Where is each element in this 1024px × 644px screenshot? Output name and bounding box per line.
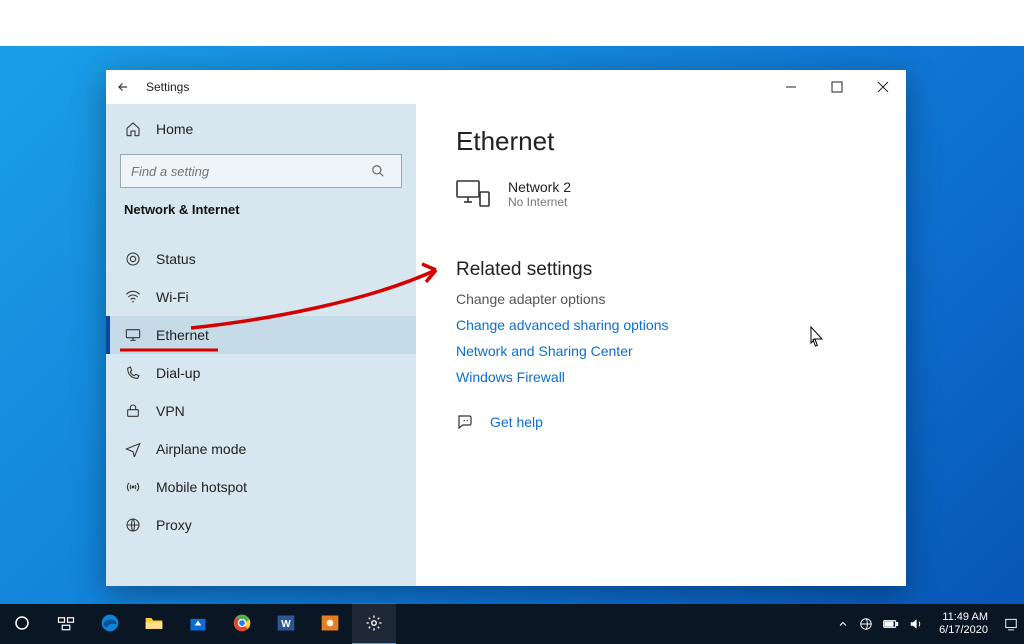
vpn-icon [124, 402, 142, 420]
network-name: Network 2 [508, 179, 571, 195]
sidebar-item-airplane[interactable]: Airplane mode [106, 430, 416, 468]
sidebar-home[interactable]: Home [106, 110, 416, 148]
maximize-button[interactable] [814, 70, 860, 104]
tray-network-icon[interactable] [859, 617, 873, 631]
taskbar-app-edge[interactable] [88, 603, 132, 643]
sidebar-item-vpn[interactable]: VPN [106, 392, 416, 430]
taskbar-app-unknown[interactable] [308, 603, 352, 643]
store-icon [188, 613, 208, 633]
tray-notifications-icon[interactable] [1004, 617, 1018, 631]
link-advanced-sharing[interactable]: Change advanced sharing options [456, 317, 906, 333]
ethernet-icon [124, 326, 142, 344]
help-icon [456, 413, 474, 431]
sidebar-item-label: Ethernet [156, 327, 209, 343]
sidebar-item-proxy[interactable]: Proxy [106, 506, 416, 544]
word-icon: W [276, 613, 296, 633]
page-title: Ethernet [456, 126, 906, 157]
clock-time: 11:49 AM [939, 611, 988, 624]
sidebar-item-label: VPN [156, 403, 185, 419]
sidebar-item-status[interactable]: Status [106, 240, 416, 278]
sidebar-item-label: Proxy [156, 517, 192, 533]
network-status: No Internet [508, 195, 571, 209]
search-box[interactable] [120, 154, 402, 188]
orange-app-icon [320, 613, 340, 633]
sidebar-item-label: Wi-Fi [156, 289, 189, 305]
sidebar-item-label: Status [156, 251, 196, 267]
proxy-icon [124, 516, 142, 534]
close-icon [877, 81, 889, 93]
taskbar-app-word[interactable]: W [264, 603, 308, 643]
folder-icon [144, 613, 164, 633]
sidebar-item-label: Mobile hotspot [156, 479, 247, 495]
taskbar: W 11:49 AM 6/17/2 [0, 604, 1024, 644]
sidebar-item-hotspot[interactable]: Mobile hotspot [106, 468, 416, 506]
system-tray[interactable]: 11:49 AM 6/17/2020 [837, 611, 1024, 637]
related-settings-heading: Related settings [456, 259, 906, 281]
edge-icon [100, 613, 120, 633]
frame-topstrip [0, 0, 1024, 46]
svg-text:W: W [281, 619, 291, 630]
back-button[interactable] [106, 70, 140, 104]
home-icon [124, 120, 142, 138]
desktop: Settings Home [0, 0, 1024, 644]
wifi-icon [124, 288, 142, 306]
airplane-icon [124, 440, 142, 458]
minimize-icon [785, 81, 797, 93]
titlebar: Settings [106, 70, 906, 104]
chrome-icon [232, 613, 252, 633]
sidebar: Home Network & Internet Status [106, 104, 416, 586]
task-view-icon [57, 614, 75, 632]
task-view-button[interactable] [44, 603, 88, 643]
tray-volume-icon[interactable] [909, 617, 923, 631]
dialup-icon [124, 364, 142, 382]
close-button[interactable] [860, 70, 906, 104]
link-network-center[interactable]: Network and Sharing Center [456, 343, 906, 359]
network-row[interactable]: Network 2 No Internet [456, 179, 906, 209]
minimize-button[interactable] [768, 70, 814, 104]
sidebar-category: Network & Internet [106, 196, 416, 227]
taskbar-app-settings[interactable] [352, 603, 396, 644]
status-icon [124, 250, 142, 268]
sidebar-item-ethernet[interactable]: Ethernet [106, 316, 416, 354]
start-button[interactable] [0, 603, 44, 643]
link-change-adapter[interactable]: Change adapter options [456, 291, 906, 307]
hotspot-icon [124, 478, 142, 496]
sidebar-item-wifi[interactable]: Wi-Fi [106, 278, 416, 316]
search-ring-icon [13, 614, 31, 632]
taskbar-app-explorer[interactable] [132, 603, 176, 643]
tray-battery-icon[interactable] [883, 618, 899, 630]
taskbar-clock[interactable]: 11:49 AM 6/17/2020 [933, 611, 994, 637]
link-firewall[interactable]: Windows Firewall [456, 369, 906, 385]
sidebar-item-label: Dial-up [156, 365, 200, 381]
gear-icon [365, 614, 383, 632]
search-input[interactable] [121, 164, 371, 179]
sidebar-home-label: Home [156, 121, 193, 137]
clock-date: 6/17/2020 [939, 624, 988, 637]
taskbar-app-store[interactable] [176, 603, 220, 643]
window-title: Settings [146, 80, 189, 94]
network-pc-icon [456, 180, 490, 208]
settings-window: Settings Home [106, 70, 906, 586]
arrow-left-icon [116, 80, 130, 94]
taskbar-app-chrome[interactable] [220, 603, 264, 643]
maximize-icon [831, 81, 843, 93]
tray-chevron-icon[interactable] [837, 618, 849, 630]
content-pane: Ethernet Network 2 No Internet Related s… [416, 104, 906, 586]
link-get-help[interactable]: Get help [490, 414, 543, 430]
sidebar-item-label: Airplane mode [156, 441, 246, 457]
search-icon [371, 164, 401, 178]
sidebar-item-dialup[interactable]: Dial-up [106, 354, 416, 392]
